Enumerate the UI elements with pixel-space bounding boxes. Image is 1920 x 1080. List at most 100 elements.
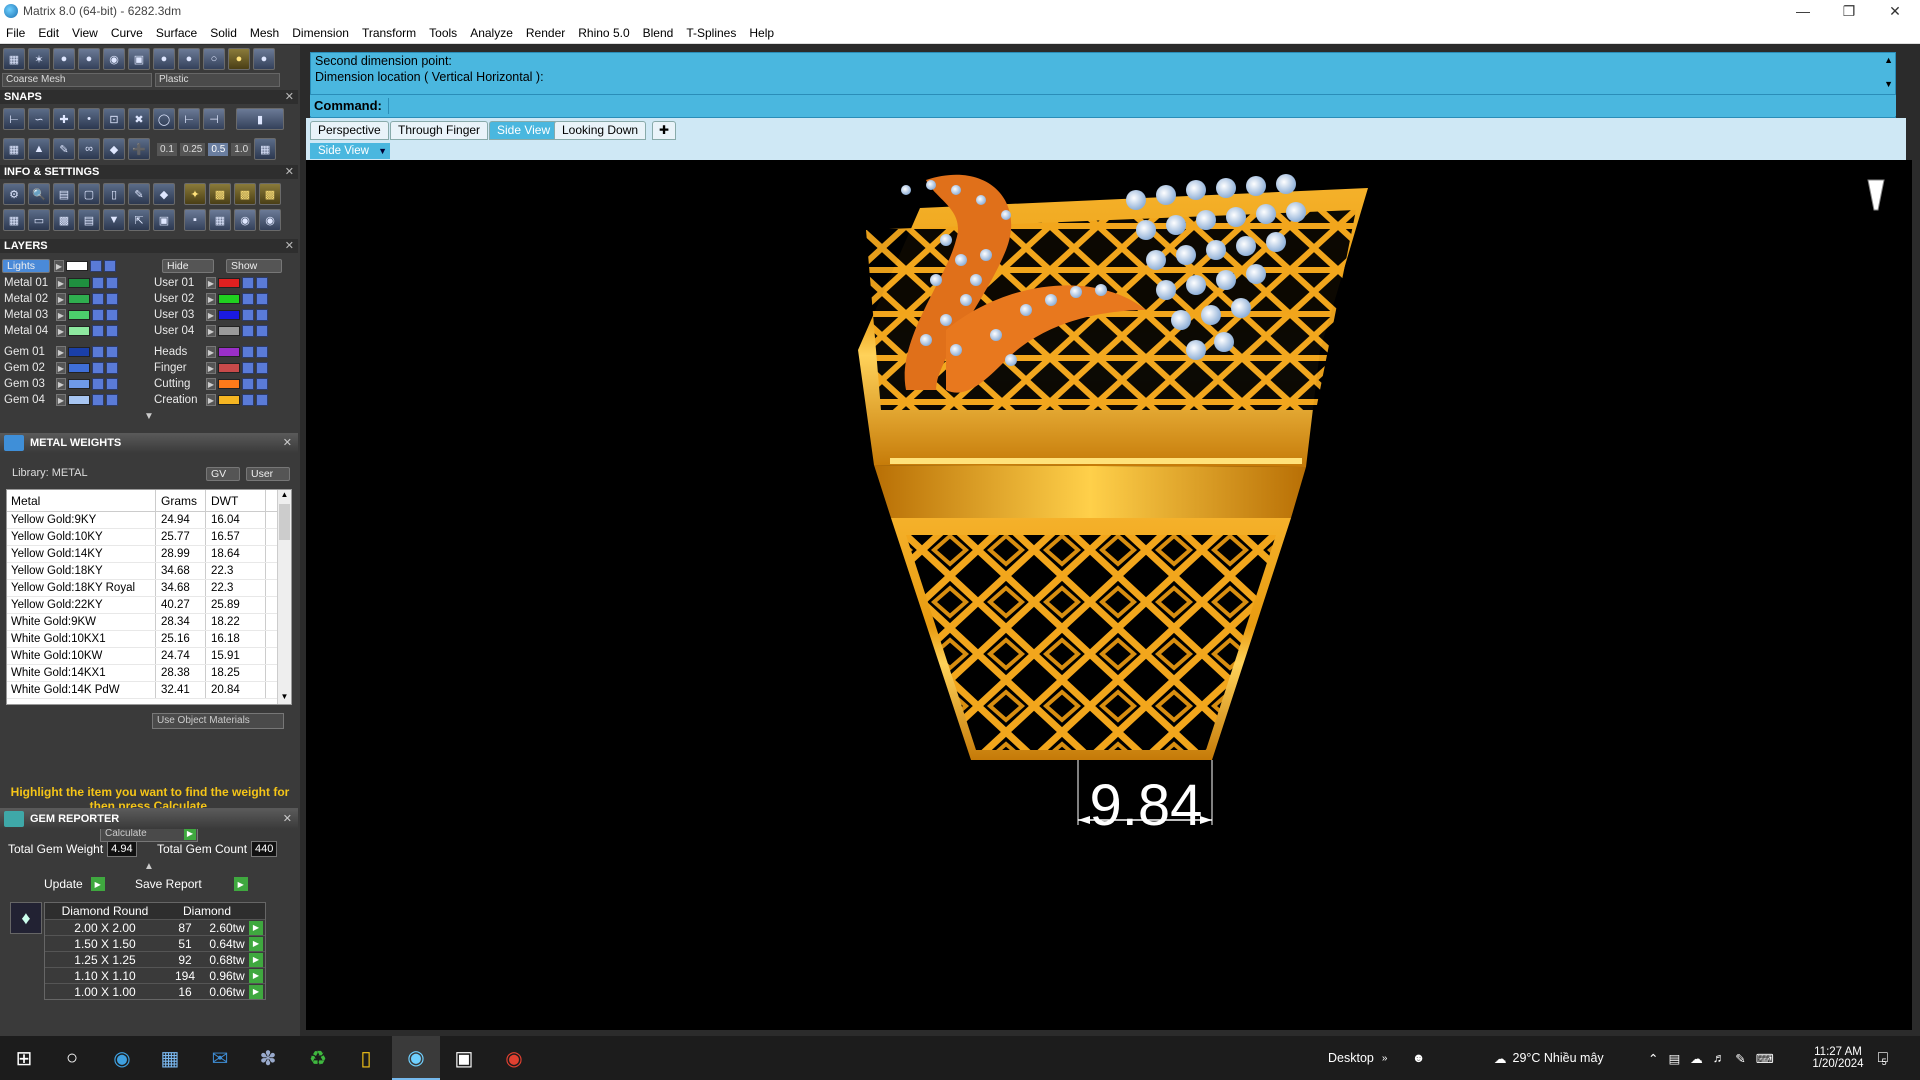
layer-user-01[interactable]: User 01 ▶	[154, 276, 270, 290]
layer-swatch[interactable]	[218, 395, 240, 405]
scroll-down-icon[interactable]: ▼	[1884, 79, 1893, 89]
close-icon[interactable]: ✕	[285, 239, 294, 253]
layer-swatch[interactable]	[218, 326, 240, 336]
play-icon[interactable]: ▶	[206, 378, 216, 390]
store-icon[interactable]: ▦	[146, 1036, 194, 1080]
play-icon[interactable]: ▶	[206, 394, 216, 406]
layer-gem-02[interactable]: Gem 02 ▶	[4, 361, 120, 375]
desktop-toolbar[interactable]: Desktop »	[1328, 1036, 1387, 1080]
gv-button[interactable]: GV	[206, 467, 240, 481]
visibility-icon[interactable]	[106, 309, 118, 321]
snap-int-icon[interactable]: ✖	[128, 108, 150, 130]
table-row[interactable]: White Gold:14KX1 28.38 18.25	[7, 665, 291, 682]
sphere-gold-icon[interactable]: ●	[228, 48, 250, 70]
play-icon[interactable]: ▶	[206, 346, 216, 358]
play-icon[interactable]: ▶	[56, 378, 66, 390]
sphere-blue-icon[interactable]: ●	[78, 48, 100, 70]
mesh-dropdown[interactable]: Coarse Mesh	[2, 73, 152, 87]
menu-solid[interactable]: Solid	[210, 26, 237, 40]
layer-swatch[interactable]	[68, 310, 90, 320]
layer-swatch[interactable]	[218, 379, 240, 389]
camera-icon[interactable]: ◉	[103, 48, 125, 70]
layer-icon[interactable]	[104, 260, 116, 272]
chrome-icon[interactable]: ◉	[490, 1036, 538, 1080]
keyboard-icon[interactable]: ⌨	[1756, 1051, 1774, 1066]
lock-icon[interactable]	[242, 293, 254, 305]
visibility-icon[interactable]	[106, 394, 118, 406]
table-row[interactable]: White Gold:10KW 24.74 15.91	[7, 648, 291, 665]
lock-icon[interactable]	[90, 260, 102, 272]
zoom-icon[interactable]: 🔍	[28, 183, 50, 205]
tool-c-icon[interactable]: ▩	[234, 183, 256, 205]
pen-icon[interactable]: ✎	[1735, 1051, 1745, 1066]
visibility-icon[interactable]	[256, 378, 268, 390]
layer-gem-03[interactable]: Gem 03 ▶	[4, 377, 120, 391]
table-row[interactable]: Yellow Gold:22KY 40.27 25.89	[7, 597, 291, 614]
snap-mid-icon[interactable]: •	[78, 108, 100, 130]
viewport[interactable]: 9.84	[306, 160, 1912, 1030]
layer-creation[interactable]: Creation ▶	[154, 393, 270, 407]
layer-metal-04[interactable]: Metal 04 ▶	[4, 324, 120, 338]
layer-swatch[interactable]	[68, 278, 90, 288]
menu-surface[interactable]: Surface	[156, 26, 197, 40]
visibility-icon[interactable]	[106, 325, 118, 337]
lock-icon[interactable]	[92, 309, 104, 321]
tab-through-finger[interactable]: Through Finger	[390, 121, 489, 140]
col-grams[interactable]: Grams	[156, 490, 206, 511]
visibility-icon[interactable]	[256, 346, 268, 358]
scroll-down-icon[interactable]: ▼	[278, 692, 291, 704]
table-row[interactable]: 1.10 X 1.10 194 0.96tw ▶	[45, 967, 265, 983]
close-button[interactable]: ✕	[1872, 0, 1918, 22]
tab-looking-down[interactable]: Looking Down	[554, 121, 647, 140]
layer-cutting[interactable]: Cutting ▶	[154, 377, 270, 391]
ortho-icon[interactable]: ∞	[78, 138, 100, 160]
lights-button[interactable]: Lights	[2, 259, 50, 273]
display-icon[interactable]: ▣	[128, 48, 150, 70]
table-row[interactable]: White Gold:10KX1 25.16 16.18	[7, 631, 291, 648]
lock-icon[interactable]	[242, 346, 254, 358]
render-settings-icon[interactable]: ✶	[28, 48, 50, 70]
search-icon[interactable]: ○	[48, 1036, 96, 1080]
menu-help[interactable]: Help	[749, 26, 774, 40]
use-object-materials-button[interactable]: Use Object Materials	[152, 713, 284, 729]
zalo-icon[interactable]: ▣	[440, 1036, 488, 1080]
table-row[interactable]: White Gold:14K PdW 32.41 20.84	[7, 682, 291, 699]
collapse-icon[interactable]: ▼	[144, 411, 154, 422]
table-row[interactable]: 1.25 X 1.25 92 0.68tw ▶	[45, 951, 265, 967]
hide-button[interactable]: Hide	[162, 259, 214, 273]
sphere-white-icon[interactable]: ●	[253, 48, 275, 70]
tool-g-icon[interactable]: ◉	[234, 209, 256, 231]
edge-icon[interactable]: ◉	[98, 1036, 146, 1080]
play-icon[interactable]: ▶	[249, 968, 263, 983]
material-dropdown[interactable]: Plastic	[155, 73, 280, 87]
lock-icon[interactable]	[92, 325, 104, 337]
close-icon[interactable]: ✕	[283, 809, 292, 829]
add-tab-icon[interactable]: ✚	[652, 121, 677, 140]
layer-swatch[interactable]	[68, 363, 90, 373]
lock-icon[interactable]	[242, 362, 254, 374]
menu-transform[interactable]: Transform	[362, 26, 416, 40]
planar-icon[interactable]: ▲	[28, 138, 50, 160]
snap-value-3[interactable]: 0.5	[208, 142, 229, 156]
layer-swatch[interactable]	[218, 278, 240, 288]
col-metal[interactable]: Metal	[7, 490, 156, 511]
tool-f-icon[interactable]: ▦	[209, 209, 231, 231]
snap-value-4[interactable]: 1.0	[231, 142, 252, 156]
table-row[interactable]: 1.00 X 1.00 16 0.06tw ▶	[45, 983, 265, 999]
update-button[interactable]: Update ▶	[44, 875, 105, 893]
play-icon[interactable]: ▶	[249, 936, 263, 951]
snap-value-1[interactable]: 0.1	[157, 142, 177, 156]
grid-icon[interactable]: ▦	[3, 48, 25, 70]
menu-mesh[interactable]: Mesh	[250, 26, 279, 40]
snap-cen-icon[interactable]: ⊡	[103, 108, 125, 130]
cloud-icon[interactable]: ☁	[1690, 1051, 1703, 1066]
visibility-icon[interactable]	[106, 378, 118, 390]
table-row[interactable]: Yellow Gold:14KY 28.99 18.64	[7, 546, 291, 563]
window-icon[interactable]: ▭	[28, 209, 50, 231]
snap-near-icon[interactable]: ∽	[28, 108, 50, 130]
table-row[interactable]: Yellow Gold:9KY 24.94 16.04	[7, 512, 291, 529]
mail-icon[interactable]: ✉	[196, 1036, 244, 1080]
tool-a-icon[interactable]: ✦	[184, 183, 206, 205]
pencil-icon[interactable]: ✎	[53, 138, 75, 160]
play-icon[interactable]: ▶	[54, 260, 64, 272]
